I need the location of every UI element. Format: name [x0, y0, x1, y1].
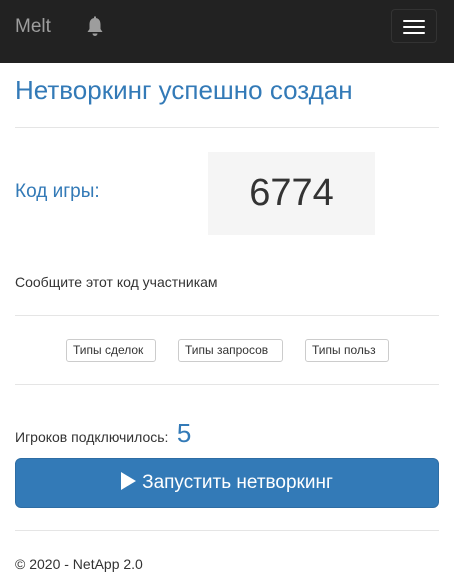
request-types-button[interactable]: Типы запросов — [178, 339, 283, 362]
players-connected-label: Игроков подключилось: — [15, 429, 169, 445]
footer-copyright: © 2020 - NetApp 2.0 — [15, 556, 143, 572]
page-title: Нетворкинг успешно создан — [15, 75, 353, 105]
top-navbar: Melt — [0, 0, 454, 63]
players-connected: Игроков подключилось: 5 — [15, 418, 191, 448]
game-code-value: 6774 — [208, 152, 375, 235]
divider — [15, 384, 439, 385]
brand-link[interactable]: Melt — [15, 16, 51, 38]
deal-types-button[interactable]: Типы сделок — [66, 339, 156, 362]
benefit-types-button[interactable]: Типы польз — [305, 339, 389, 362]
players-connected-count: 5 — [176, 418, 192, 448]
divider — [15, 315, 439, 316]
start-networking-button[interactable]: Запустить нетворкинг — [15, 458, 439, 508]
hamburger-menu-icon — [403, 20, 425, 22]
share-code-hint: Сообщите этот код участникам — [15, 274, 218, 290]
start-networking-label: Запустить нетворкинг — [142, 472, 333, 493]
divider — [15, 127, 439, 128]
game-code-label: Код игры: — [15, 181, 100, 202]
bell-icon[interactable] — [85, 16, 105, 38]
play-icon — [121, 472, 137, 490]
navbar-toggle-button[interactable] — [391, 9, 437, 43]
divider — [15, 530, 439, 531]
